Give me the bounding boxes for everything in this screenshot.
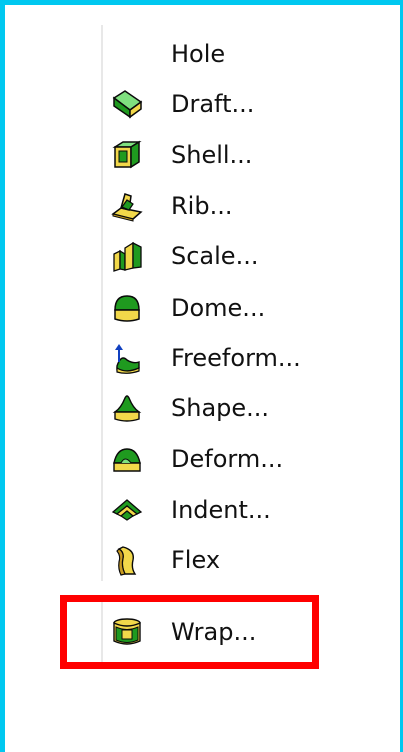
menu-item-scale[interactable]: Scale... (105, 233, 365, 279)
menu-item-label: Shell... (171, 141, 253, 169)
hole-icon (111, 38, 143, 70)
menu-item-label: Freeform... (171, 344, 301, 372)
menu-item-hole[interactable]: Hole (105, 31, 365, 77)
scale-icon (113, 241, 142, 272)
menu-item-label: Deform... (171, 445, 284, 473)
menu-item-deform[interactable]: Deform... (105, 436, 365, 482)
menu-item-label: Flex (171, 546, 221, 574)
menu-item-label: Shape... (171, 394, 270, 422)
shape-icon (112, 395, 142, 422)
menu-item-indent[interactable]: Indent... (105, 487, 365, 533)
menu-item-label: Rib... (171, 192, 233, 220)
menu-item-flex[interactable]: Flex (105, 537, 365, 583)
menu-item-label: Draft... (171, 90, 255, 118)
wrap-highlight-box (60, 595, 319, 669)
menu-item-freeform[interactable]: Freeform... (105, 335, 365, 381)
freeform-icon (115, 344, 140, 374)
shell-icon (112, 140, 142, 169)
rib-icon (111, 193, 143, 222)
menu-item-label: Hole (171, 40, 226, 68)
menu-item-rib[interactable]: Rib... (105, 183, 365, 229)
menu-item-shape[interactable]: Shape... (105, 385, 365, 431)
deform-icon (113, 448, 141, 472)
draft-icon (112, 90, 143, 119)
menu-item-dome[interactable]: Dome... (105, 285, 365, 331)
menu-item-shell[interactable]: Shell... (105, 132, 365, 178)
menu-item-label: Scale... (171, 242, 259, 270)
menu-item-draft[interactable]: Draft... (105, 81, 365, 127)
dome-icon (114, 295, 140, 322)
flex-icon (116, 546, 137, 576)
features-menu: Hole Draft... Shell... Rib... Scale... D… (5, 5, 400, 752)
menu-item-label: Indent... (171, 496, 271, 524)
indent-icon (111, 499, 143, 521)
menu-icon-gutter (101, 25, 103, 581)
menu-item-label: Dome... (171, 294, 266, 322)
